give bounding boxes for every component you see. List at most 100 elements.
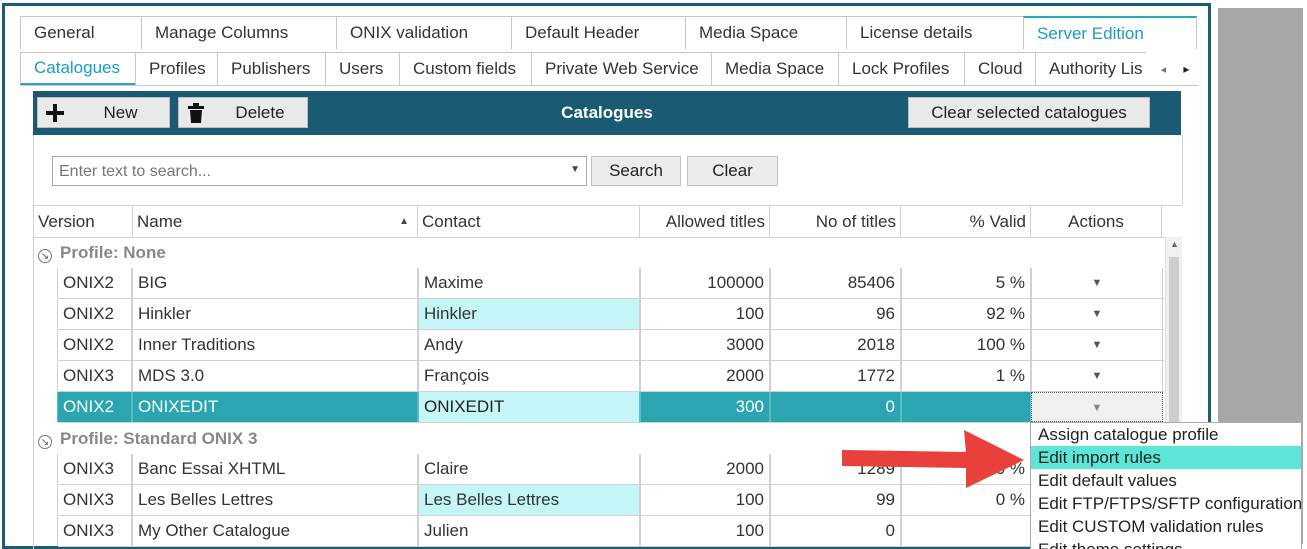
column-header-name[interactable]: Name ▲ <box>133 206 418 237</box>
tab-publishers[interactable]: Publishers <box>217 52 326 85</box>
menu-item-edit-default-values[interactable]: Edit default values <box>1031 469 1301 492</box>
column-header-contact[interactable]: Contact <box>418 206 640 237</box>
group-label: Profile: None <box>60 243 166 262</box>
chevron-down-icon: ▼ <box>1091 277 1103 289</box>
table-row[interactable]: ONIX3 MDS 3.0 François 2000 1772 1 % ▼ <box>57 361 1164 392</box>
tab-private-web-service[interactable]: Private Web Service <box>531 52 712 85</box>
menu-item-edit-theme-settings[interactable]: Edit theme settings <box>1031 538 1301 549</box>
group-header[interactable]: ↘ Profile: None <box>34 237 1164 268</box>
cell-contact: François <box>418 361 640 391</box>
cell-version: ONIX3 <box>57 454 132 484</box>
chevron-left-icon[interactable]: ◂ <box>1161 63 1167 76</box>
cell-no-of-titles: 0 <box>770 516 901 546</box>
tab-scroll-arrows: ◂ ▸ <box>1152 56 1198 82</box>
cell-allowed-titles: 100 <box>640 299 770 329</box>
new-button-label: New <box>103 102 138 122</box>
column-header-name-label: Name <box>137 212 183 231</box>
clear-button[interactable]: Clear <box>687 156 778 186</box>
cell-name: Inner Traditions <box>132 330 418 360</box>
column-header-no-of-titles[interactable]: No of titles <box>770 206 901 237</box>
clear-selected-catalogues-button[interactable]: Clear selected catalogues <box>908 97 1150 128</box>
column-header-allowed-titles[interactable]: Allowed titles <box>640 206 770 237</box>
menu-item-edit-import-rules[interactable]: Edit import rules <box>1031 446 1301 469</box>
chevron-down-icon: ▼ <box>1091 339 1103 351</box>
cell-allowed-titles: 300 <box>640 392 770 422</box>
search-combobox[interactable]: ▼ <box>52 156 587 186</box>
table-row[interactable]: ONIX2 Hinkler Hinkler 100 96 92 % ▼ <box>57 299 1164 330</box>
actions-dropdown[interactable]: ▼ <box>1031 299 1163 329</box>
tab-catalogues[interactable]: Catalogues <box>20 52 136 85</box>
tab-general[interactable]: General <box>20 16 142 49</box>
tab-users[interactable]: Users <box>325 52 400 85</box>
tab-onix-validation[interactable]: ONIX validation <box>336 16 512 49</box>
tab-manage-columns[interactable]: Manage Columns <box>141 16 337 49</box>
red-arrow-icon <box>842 430 1024 488</box>
cell-contact: Les Belles Lettres <box>418 485 640 515</box>
cell-allowed-titles: 100 <box>640 516 770 546</box>
cell-version: ONIX2 <box>57 268 132 298</box>
menu-item-edit-custom-validation-rules[interactable]: Edit CUSTOM validation rules <box>1031 515 1301 538</box>
cell-percent-valid: 1 % <box>901 361 1031 391</box>
tab-custom-fields[interactable]: Custom fields <box>399 52 532 85</box>
cell-percent-valid: 5 % <box>901 268 1031 298</box>
tab-media-space[interactable]: Media Space <box>685 16 847 49</box>
sub-tab-bar: Catalogues Profiles Publishers Users Cus… <box>20 52 1146 85</box>
cell-percent-valid <box>901 392 1031 422</box>
group-label: Profile: Standard ONIX 3 <box>60 429 258 448</box>
clear-selected-label: Clear selected catalogues <box>931 102 1127 122</box>
menu-item-edit-ftp-configuration[interactable]: Edit FTP/FTPS/SFTP configuration <box>1031 492 1301 515</box>
tab-lock-profiles[interactable]: Lock Profiles <box>838 52 965 85</box>
column-header-actions[interactable]: Actions <box>1031 206 1162 237</box>
column-header-percent-valid[interactable]: % Valid <box>901 206 1031 237</box>
cell-name: Banc Essai XHTML <box>132 454 418 484</box>
chevron-right-icon[interactable]: ▸ <box>1183 62 1189 76</box>
cell-name: ONIXEDIT <box>132 392 418 422</box>
tab-server-edition[interactable]: Server Edition <box>1023 16 1197 49</box>
cell-name: BIG <box>132 268 418 298</box>
cell-version: ONIX3 <box>57 485 132 515</box>
cell-percent-valid: 92 % <box>901 299 1031 329</box>
catalogues-toolbar: Catalogues New Delete Clear selected cat… <box>33 91 1181 135</box>
cell-contact: Maxime <box>418 268 640 298</box>
cell-version: ONIX2 <box>57 392 132 422</box>
menu-item-assign-catalogue-profile[interactable]: Assign catalogue profile <box>1031 423 1301 446</box>
cell-version: ONIX2 <box>57 330 132 360</box>
cell-name: Hinkler <box>132 299 418 329</box>
actions-dropdown[interactable]: ▼ <box>1031 330 1163 360</box>
tab-profiles[interactable]: Profiles <box>135 52 218 85</box>
tab-cloud[interactable]: Cloud <box>964 52 1036 85</box>
table-row[interactable]: ONIX2 BIG Maxime 100000 85406 5 % ▼ <box>57 268 1164 299</box>
trash-icon <box>179 98 213 127</box>
table-row[interactable]: ONIX3 My Other Catalogue Julien 100 0 ▼ <box>57 516 1164 547</box>
tab-default-header[interactable]: Default Header <box>511 16 686 49</box>
search-input[interactable] <box>57 158 561 186</box>
tab-authority-lists[interactable]: Authority Lis <box>1035 52 1146 85</box>
collapse-circle-icon[interactable]: ↘ <box>38 249 52 263</box>
column-header-version[interactable]: Version <box>34 206 133 237</box>
actions-dropdown[interactable]: ▼ <box>1031 268 1163 298</box>
divider <box>20 85 1198 86</box>
cell-version: ONIX3 <box>57 361 132 391</box>
tab-license-details[interactable]: License details <box>846 16 1024 49</box>
delete-button[interactable]: Delete <box>178 97 308 128</box>
cell-no-of-titles: 1772 <box>770 361 901 391</box>
search-button[interactable]: Search <box>591 156 681 186</box>
table-row-selected[interactable]: ONIX2 ONIXEDIT ONIXEDIT 300 0 ▼ <box>57 392 1164 423</box>
table-row[interactable]: ONIX2 Inner Traditions Andy 3000 2018 10… <box>57 330 1164 361</box>
cell-contact: Julien <box>418 516 640 546</box>
scroll-up-icon[interactable]: ▲ <box>1166 237 1182 251</box>
tab-media-space-sub[interactable]: Media Space <box>711 52 839 85</box>
chevron-down-icon: ▼ <box>1091 370 1103 382</box>
actions-dropdown-open[interactable]: ▼ <box>1031 392 1163 422</box>
cell-no-of-titles: 2018 <box>770 330 901 360</box>
cell-version: ONIX3 <box>57 516 132 546</box>
actions-dropdown[interactable]: ▼ <box>1031 361 1163 391</box>
collapse-circle-icon[interactable]: ↘ <box>38 435 52 449</box>
cell-contact: ONIXEDIT <box>418 392 640 422</box>
delete-button-label: Delete <box>235 102 285 122</box>
new-button[interactable]: New <box>37 97 170 128</box>
chevron-down-icon[interactable]: ▼ <box>570 164 580 175</box>
cell-percent-valid: 100 % <box>901 330 1031 360</box>
cell-allowed-titles: 2000 <box>640 361 770 391</box>
cell-version: ONIX2 <box>57 299 132 329</box>
